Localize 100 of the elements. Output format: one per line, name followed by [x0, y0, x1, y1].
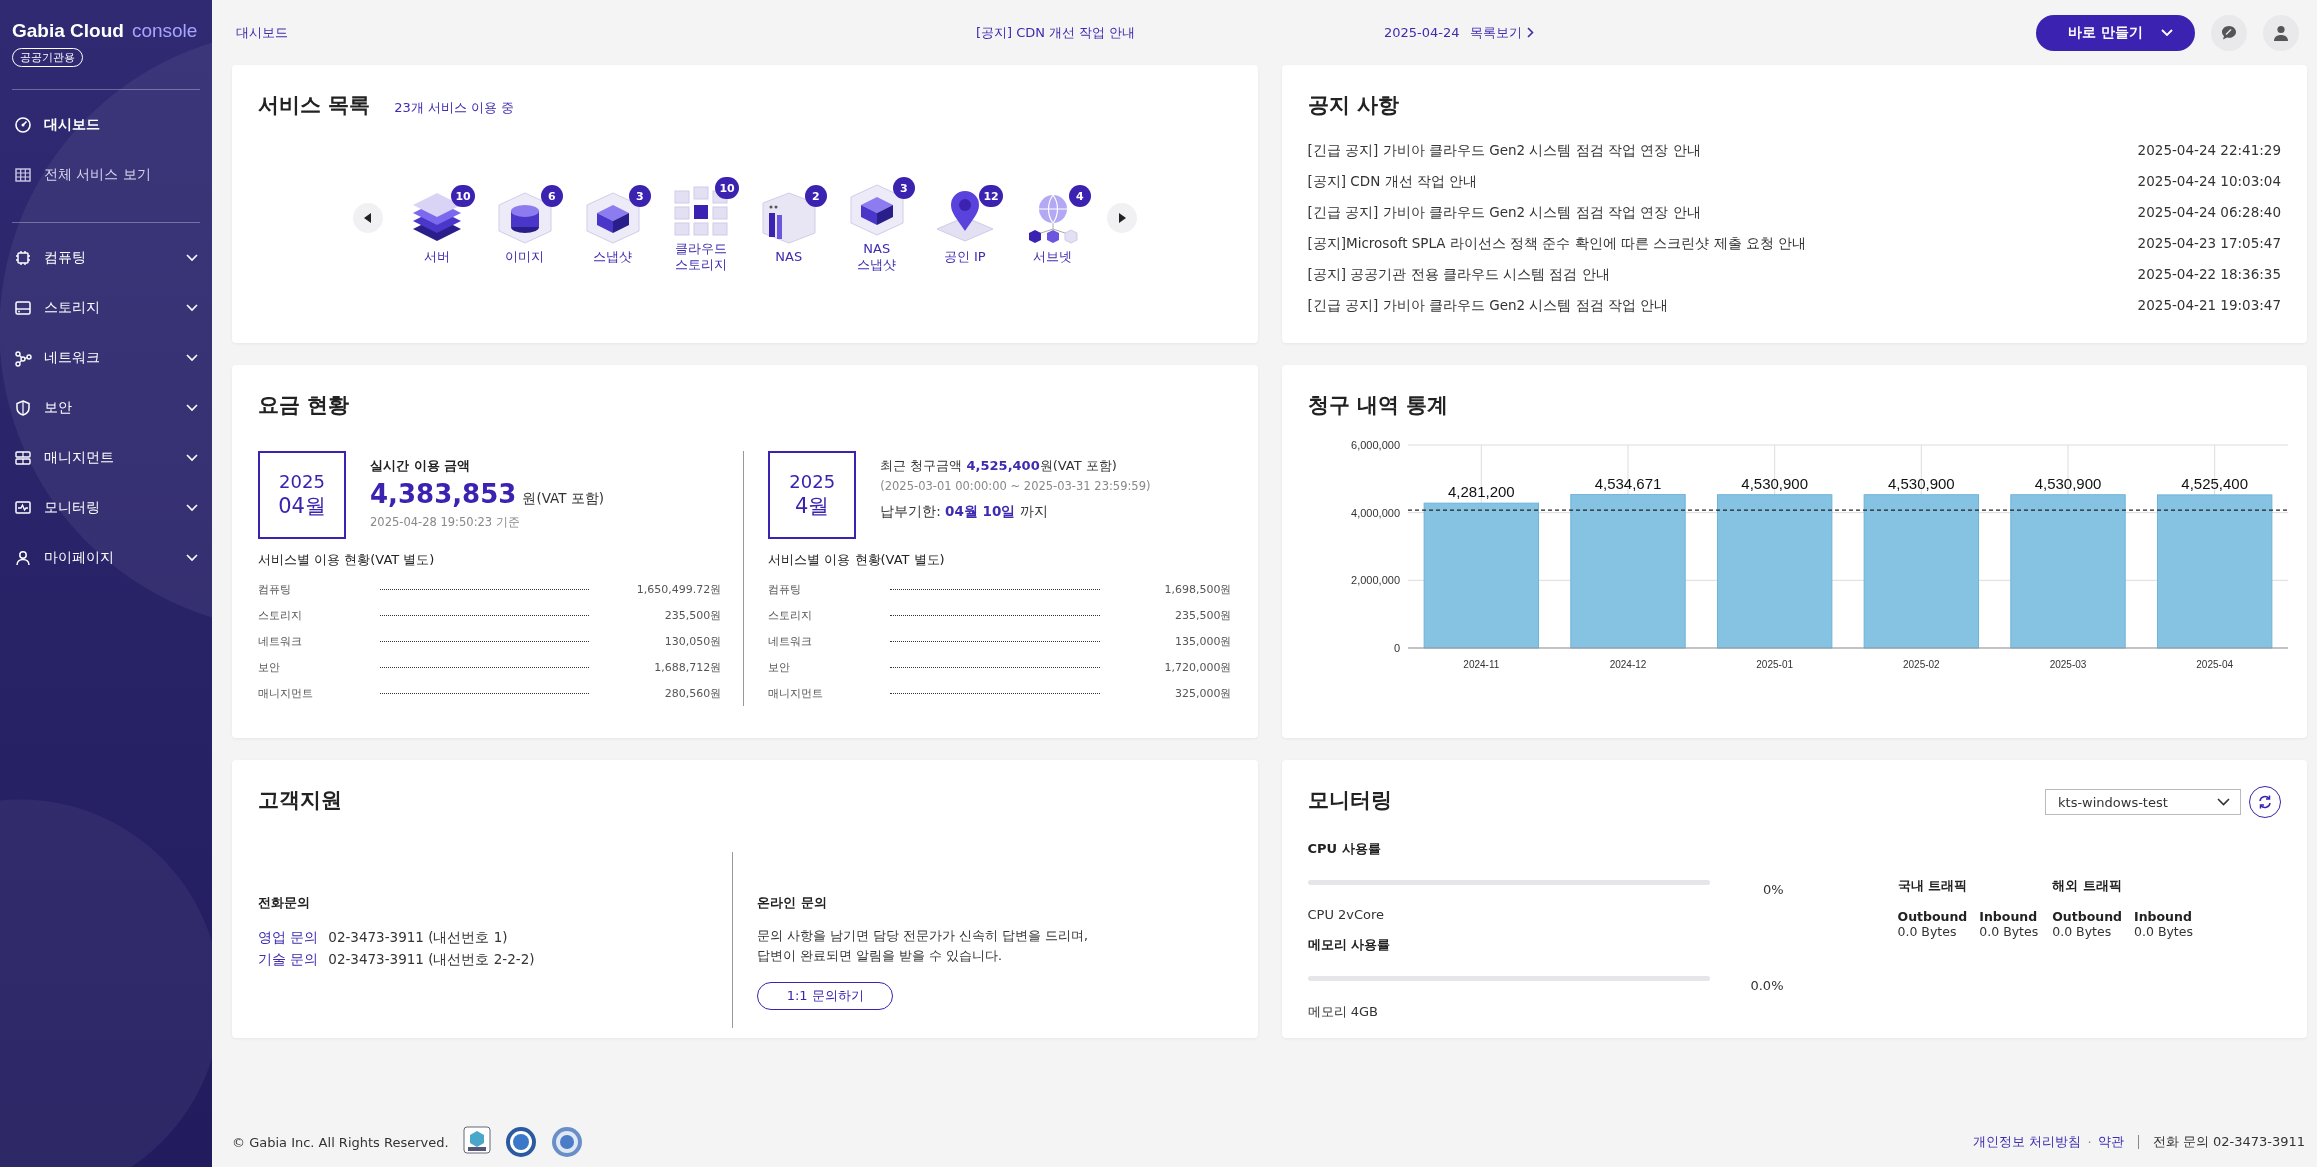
- caret-left-icon: [363, 213, 372, 224]
- grid-icon: [14, 166, 32, 184]
- service-label[interactable]: 클라우드 스토리지: [666, 241, 735, 274]
- notice-link[interactable]: [공지]Microsoft SPLA 라이선스 정책 준수 확인에 따른 스크린샷 제출 요청 안내: [1307, 234, 1807, 253]
- recent-bill-summary: 최근 청구금액 4,525,400원(VAT 포함): [880, 457, 1118, 475]
- year-label: 2025: [789, 470, 836, 494]
- traffic-label: Inbound: [1979, 909, 2039, 924]
- count-badge: 12: [979, 185, 1003, 208]
- chip-icon: [14, 249, 32, 267]
- inquiry-button[interactable]: 1:1 문의하기: [757, 982, 894, 1010]
- traffic-value: 0.0 Bytes: [1897, 924, 1958, 939]
- privacy-link[interactable]: 개인정보 처리방침: [1973, 1133, 2082, 1151]
- axis-tick-label: 2025-01: [1755, 659, 1793, 670]
- meter-spec: CPU 2vCore: [1307, 907, 1386, 922]
- server-rack-icon: [14, 449, 32, 467]
- notice-date: 2025-04-24 10:03:04: [2137, 172, 2281, 191]
- breakdown-label: 컴퓨팅: [258, 581, 292, 597]
- phone-number: 02-3473-3911 (내선번호 1): [328, 928, 508, 947]
- notice-link[interactable]: [긴급 공지] 가비아 클라우드 Gen2 시스템 점검 작업 연장 안내: [1307, 141, 1701, 160]
- breakdown-label: 보안: [768, 659, 792, 675]
- service-label[interactable]: 공인 IP: [930, 249, 999, 266]
- notice-link[interactable]: [공지] CDN 개선 작업 안내: [976, 23, 1384, 42]
- terms-link[interactable]: 약관: [2097, 1133, 2124, 1151]
- axis-tick-label: 6,000,000: [1350, 439, 1400, 451]
- sidebar-item[interactable]: 컴퓨팅: [0, 233, 212, 283]
- refresh-button[interactable]: [2249, 786, 2281, 818]
- network-nodes-icon: [14, 349, 32, 367]
- sidebar-item[interactable]: 마이페이지: [0, 533, 212, 583]
- notice-link[interactable]: [공지] CDN 개선 작업 안내: [1307, 172, 1478, 191]
- online-inquiry-text: 문의 사항을 남기면 담당 전문가가 신속히 답변을 드리며, 답변이 완료되면 알림을 받을 수 있습니다.: [757, 927, 1090, 965]
- sidebar-item[interactable]: 스토리지: [0, 283, 212, 333]
- sidebar-item[interactable]: 매니지먼트: [0, 433, 212, 483]
- count-badge: 6: [540, 185, 563, 208]
- breakdown-label: 스토리지: [258, 607, 303, 623]
- profile-button[interactable]: [2263, 14, 2299, 51]
- notice-date: 2025-04-22 18:36:35: [2137, 265, 2281, 284]
- service-label[interactable]: NAS: [754, 249, 823, 266]
- traffic-title: 해외 트래픽: [2052, 878, 2123, 895]
- card-title: 요금 현황: [258, 392, 351, 419]
- sidebar-item[interactable]: 전체 서비스 보기: [0, 150, 212, 200]
- card-title: 서비스 목록: [258, 92, 371, 119]
- billing-period: (2025-03-01 00:00:00 ~ 2025-03-31 23:59:59): [880, 479, 1151, 493]
- notice-date: 2025-04-24 22:41:29: [2137, 141, 2281, 160]
- sidebar-item[interactable]: 네트워크: [0, 333, 212, 383]
- notice-date: 2025-04-24 06:28:40: [2137, 203, 2281, 222]
- breadcrumb: 대시보드: [236, 23, 289, 42]
- meter-title: 메모리 사용률: [1307, 936, 1392, 954]
- service-label[interactable]: 이미지: [490, 249, 559, 266]
- sidebar-item[interactable]: 모니터링: [0, 483, 212, 533]
- previous-button[interactable]: [352, 203, 383, 234]
- instance-dropdown[interactable]: kts-windows-test: [2045, 789, 2241, 815]
- copyright: © Gabia Inc. All Rights Reserved.: [232, 1134, 449, 1150]
- traffic-value: 0.0 Bytes: [2134, 924, 2193, 939]
- notice-link[interactable]: [긴급 공지] 가비아 클라우드 Gen2 시스템 점검 작업 안내: [1307, 296, 1669, 315]
- inquiry-link[interactable]: 기술 문의: [258, 948, 319, 970]
- inquiry-link[interactable]: 영업 문의: [258, 926, 319, 948]
- refresh-icon: [2257, 794, 2273, 810]
- traffic-label: Outbound: [2052, 909, 2123, 924]
- breakdown-value: 135,000원: [1174, 633, 1232, 649]
- breakdown-label: 매니지먼트: [258, 685, 314, 701]
- sidebar-item[interactable]: 보안: [0, 383, 212, 433]
- bar-value-label: 4,534,671: [1594, 474, 1661, 492]
- card-title: 공지 사항: [1307, 92, 1400, 119]
- breakdown-value: 1,720,000원: [1163, 659, 1232, 675]
- chevron-down-icon: [2161, 28, 2173, 37]
- bar-value-label: 4,281,200: [1447, 483, 1515, 501]
- breakdown-label: 스토리지: [768, 607, 814, 623]
- breakdown-value: 1,698,500원: [1163, 581, 1232, 597]
- bar-value-label: 4,530,900: [1887, 474, 1955, 492]
- sidebar-item[interactable]: 대시보드: [0, 100, 212, 150]
- breakdown-title: 서비스별 이용 현황(VAT 별도): [258, 551, 436, 569]
- notice-link[interactable]: [공지] 공공기관 전용 클라우드 시스템 점검 안내: [1307, 265, 1610, 284]
- service-label[interactable]: 스냅샷: [578, 249, 647, 266]
- separator-dot: ·: [2087, 1134, 2092, 1150]
- service-label[interactable]: 서버: [402, 249, 471, 266]
- chat-button[interactable]: [2211, 14, 2247, 51]
- create-button[interactable]: 바로 만들기: [2036, 14, 2195, 51]
- chevron-down-icon: [2217, 798, 2230, 806]
- monitor-icon: [14, 499, 32, 517]
- meter-spec: 메모리 4GB: [1307, 1003, 1379, 1021]
- shield-icon: [14, 399, 32, 417]
- seal-badge-icon: [550, 1126, 583, 1158]
- certification-badge-icon: [462, 1126, 491, 1154]
- service-label[interactable]: NAS 스냅샷: [842, 241, 911, 274]
- bar-value-label: 4,530,900: [2034, 474, 2101, 492]
- card-title: 고객지원: [258, 787, 343, 814]
- breakdown-value: 325,000원: [1174, 685, 1232, 701]
- caret-right-icon: [1117, 213, 1126, 224]
- notice-link[interactable]: [긴급 공지] 가비아 클라우드 Gen2 시스템 점검 작업 연장 안내: [1307, 203, 1701, 222]
- axis-tick-label: 2025-02: [1902, 659, 1940, 670]
- service-label[interactable]: 서브넷: [1018, 249, 1087, 266]
- breakdown-value: 235,500원: [663, 607, 722, 623]
- notice-date: 2025-04-24: [1384, 25, 1460, 40]
- user-icon: [2272, 23, 2290, 42]
- axis-tick-label: 4,000,000: [1350, 506, 1400, 519]
- next-button[interactable]: [1106, 203, 1137, 234]
- traffic-label: Inbound: [2134, 909, 2193, 924]
- breakdown-value: 1,650,499.72원: [635, 581, 722, 597]
- breakdown-title: 서비스별 이용 현황(VAT 별도): [768, 551, 946, 569]
- list-link[interactable]: 목록보기: [1469, 23, 1534, 42]
